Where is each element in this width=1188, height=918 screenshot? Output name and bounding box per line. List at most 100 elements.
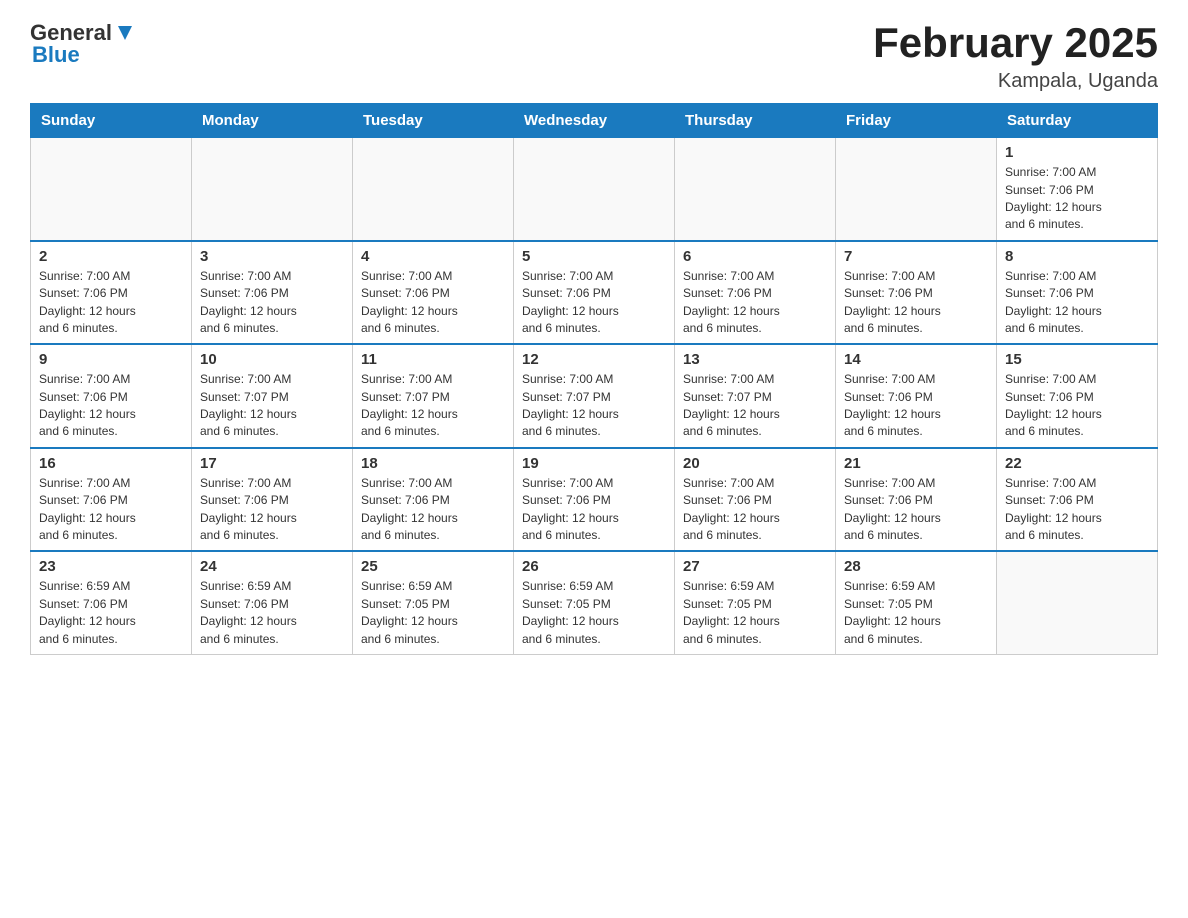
calendar-day-cell: 5 Sunrise: 7:00 AMSunset: 7:06 PMDaylight… bbox=[514, 241, 675, 345]
calendar-week-row-1: 1 Sunrise: 7:00 AMSunset: 7:06 PMDaylight… bbox=[31, 138, 1158, 241]
calendar-header-friday: Friday bbox=[836, 104, 997, 138]
day-info: Sunrise: 6:59 AMSunset: 7:05 PMDaylight:… bbox=[522, 578, 666, 648]
day-number: 10 bbox=[200, 351, 344, 368]
calendar-day-cell: 3 Sunrise: 7:00 AMSunset: 7:06 PMDaylight… bbox=[192, 241, 353, 345]
calendar-week-row-4: 16 Sunrise: 7:00 AMSunset: 7:06 PMDayligh… bbox=[31, 448, 1158, 552]
day-info: Sunrise: 7:00 AMSunset: 7:06 PMDaylight:… bbox=[683, 268, 827, 338]
page-header: General Blue February 2025 Kampala, Ugan… bbox=[30, 20, 1158, 93]
day-number: 1 bbox=[1005, 144, 1149, 161]
day-info: Sunrise: 7:00 AMSunset: 7:06 PMDaylight:… bbox=[844, 268, 988, 338]
calendar-header-thursday: Thursday bbox=[675, 104, 836, 138]
day-number: 6 bbox=[683, 248, 827, 265]
calendar-day-cell: 20 Sunrise: 7:00 AMSunset: 7:06 PMDayligh… bbox=[675, 448, 836, 552]
calendar-header-monday: Monday bbox=[192, 104, 353, 138]
day-info: Sunrise: 7:00 AMSunset: 7:06 PMDaylight:… bbox=[844, 371, 988, 441]
day-info: Sunrise: 7:00 AMSunset: 7:06 PMDaylight:… bbox=[361, 268, 505, 338]
day-info: Sunrise: 7:00 AMSunset: 7:06 PMDaylight:… bbox=[39, 475, 183, 545]
day-number: 3 bbox=[200, 248, 344, 265]
calendar-day-cell: 6 Sunrise: 7:00 AMSunset: 7:06 PMDaylight… bbox=[675, 241, 836, 345]
calendar-day-cell: 11 Sunrise: 7:00 AMSunset: 7:07 PMDayligh… bbox=[353, 344, 514, 448]
day-number: 25 bbox=[361, 558, 505, 575]
day-info: Sunrise: 7:00 AMSunset: 7:06 PMDaylight:… bbox=[522, 268, 666, 338]
calendar-day-cell: 27 Sunrise: 6:59 AMSunset: 7:05 PMDayligh… bbox=[675, 551, 836, 654]
day-number: 12 bbox=[522, 351, 666, 368]
day-number: 9 bbox=[39, 351, 183, 368]
calendar-day-cell: 2Sunrise: 7:00 AMSunset: 7:06 PMDaylight… bbox=[31, 241, 192, 345]
day-number: 14 bbox=[844, 351, 988, 368]
calendar-header-tuesday: Tuesday bbox=[353, 104, 514, 138]
day-number: 11 bbox=[361, 351, 505, 368]
calendar-day-cell: 13Sunrise: 7:00 AMSunset: 7:07 PMDayligh… bbox=[675, 344, 836, 448]
day-number: 21 bbox=[844, 455, 988, 472]
day-number: 23 bbox=[39, 558, 183, 575]
day-number: 2 bbox=[39, 248, 183, 265]
calendar-day-cell bbox=[997, 551, 1158, 654]
day-info: Sunrise: 7:00 AMSunset: 7:06 PMDaylight:… bbox=[39, 371, 183, 441]
day-info: Sunrise: 7:00 AMSunset: 7:06 PMDaylight:… bbox=[200, 268, 344, 338]
calendar-week-row-5: 23 Sunrise: 6:59 AMSunset: 7:06 PMDayligh… bbox=[31, 551, 1158, 654]
calendar-week-row-2: 2 Sunrise: 7:00 AMSunset: 7:06 PMDaylight… bbox=[31, 241, 1158, 345]
calendar-day-cell: 18 Sunrise: 7:00 AMSunset: 7:06 PMDayligh… bbox=[353, 448, 514, 552]
day-number: 27 bbox=[683, 558, 827, 575]
day-info: Sunrise: 7:00 AMSunset: 7:06 PMDaylight:… bbox=[1005, 475, 1149, 545]
calendar-day-cell: 7 Sunrise: 7:00 AMSunset: 7:06 PMDaylight… bbox=[836, 241, 997, 345]
day-info: Sunrise: 7:00 AMSunset: 7:06 PMDaylight:… bbox=[683, 475, 827, 545]
day-info: Sunrise: 6:59 AMSunset: 7:06 PMDaylight:… bbox=[39, 578, 183, 648]
calendar-day-cell: 17 Sunrise: 7:00 AMSunset: 7:06 PMDayligh… bbox=[192, 448, 353, 552]
day-number: 15 bbox=[1005, 351, 1149, 368]
day-info: Sunrise: 7:00 AMSunset: 7:06 PMDaylight:… bbox=[844, 475, 988, 545]
day-info: Sunrise: 7:00 AMSunset: 7:06 PMDaylight:… bbox=[1005, 164, 1149, 234]
day-number: 7 bbox=[844, 248, 988, 265]
logo: General Blue bbox=[30, 20, 136, 68]
day-info: Sunrise: 7:00 AMSunset: 7:06 PMDaylight:… bbox=[1005, 268, 1149, 338]
day-info: Sunrise: 7:00 AMSunset: 7:07 PMDaylight:… bbox=[200, 371, 344, 441]
calendar-week-row-3: 9 Sunrise: 7:00 AMSunset: 7:06 PMDaylight… bbox=[31, 344, 1158, 448]
calendar-header-wednesday: Wednesday bbox=[514, 104, 675, 138]
calendar-day-cell: 19 Sunrise: 7:00 AMSunset: 7:06 PMDayligh… bbox=[514, 448, 675, 552]
calendar-day-cell: 25 Sunrise: 6:59 AMSunset: 7:05 PMDayligh… bbox=[353, 551, 514, 654]
day-info: Sunrise: 7:00 AMSunset: 7:07 PMDaylight:… bbox=[683, 371, 827, 441]
day-number: 16 bbox=[39, 455, 183, 472]
calendar-day-cell: 1 Sunrise: 7:00 AMSunset: 7:06 PMDaylight… bbox=[997, 138, 1158, 241]
day-info: Sunrise: 6:59 AMSunset: 7:06 PMDaylight:… bbox=[200, 578, 344, 648]
day-info: Sunrise: 6:59 AMSunset: 7:05 PMDaylight:… bbox=[361, 578, 505, 648]
calendar-header-row: SundayMondayTuesdayWednesdayThursdayFrid… bbox=[31, 104, 1158, 138]
calendar-day-cell: 12Sunrise: 7:00 AMSunset: 7:07 PMDayligh… bbox=[514, 344, 675, 448]
title-area: February 2025 Kampala, Uganda bbox=[873, 20, 1158, 93]
day-number: 17 bbox=[200, 455, 344, 472]
calendar-day-cell: 24 Sunrise: 6:59 AMSunset: 7:06 PMDayligh… bbox=[192, 551, 353, 654]
day-number: 22 bbox=[1005, 455, 1149, 472]
location-text: Kampala, Uganda bbox=[873, 70, 1158, 93]
day-info: Sunrise: 7:00 AMSunset: 7:06 PMDaylight:… bbox=[1005, 371, 1149, 441]
calendar-day-cell: 15 Sunrise: 7:00 AMSunset: 7:06 PMDayligh… bbox=[997, 344, 1158, 448]
calendar-day-cell: 23 Sunrise: 6:59 AMSunset: 7:06 PMDayligh… bbox=[31, 551, 192, 654]
day-info: Sunrise: 7:00 AMSunset: 7:06 PMDaylight:… bbox=[361, 475, 505, 545]
day-number: 19 bbox=[522, 455, 666, 472]
day-info: Sunrise: 6:59 AMSunset: 7:05 PMDaylight:… bbox=[683, 578, 827, 648]
calendar-day-cell bbox=[353, 138, 514, 241]
calendar-table: SundayMondayTuesdayWednesdayThursdayFrid… bbox=[30, 103, 1158, 655]
calendar-header-saturday: Saturday bbox=[997, 104, 1158, 138]
calendar-day-cell bbox=[192, 138, 353, 241]
day-number: 28 bbox=[844, 558, 988, 575]
day-number: 24 bbox=[200, 558, 344, 575]
day-number: 26 bbox=[522, 558, 666, 575]
day-info: Sunrise: 7:00 AMSunset: 7:06 PMDaylight:… bbox=[200, 475, 344, 545]
day-number: 5 bbox=[522, 248, 666, 265]
calendar-day-cell: 26 Sunrise: 6:59 AMSunset: 7:05 PMDayligh… bbox=[514, 551, 675, 654]
calendar-header-sunday: Sunday bbox=[31, 104, 192, 138]
day-info: Sunrise: 7:00 AMSunset: 7:07 PMDaylight:… bbox=[361, 371, 505, 441]
calendar-day-cell: 9 Sunrise: 7:00 AMSunset: 7:06 PMDaylight… bbox=[31, 344, 192, 448]
logo-blue-text: Blue bbox=[32, 42, 80, 68]
day-info: Sunrise: 7:00 AMSunset: 7:06 PMDaylight:… bbox=[522, 475, 666, 545]
day-number: 20 bbox=[683, 455, 827, 472]
day-number: 4 bbox=[361, 248, 505, 265]
calendar-day-cell: 8 Sunrise: 7:00 AMSunset: 7:06 PMDaylight… bbox=[997, 241, 1158, 345]
calendar-day-cell bbox=[514, 138, 675, 241]
day-number: 8 bbox=[1005, 248, 1149, 265]
calendar-day-cell bbox=[675, 138, 836, 241]
month-title: February 2025 bbox=[873, 20, 1158, 66]
day-number: 18 bbox=[361, 455, 505, 472]
calendar-day-cell: 28Sunrise: 6:59 AMSunset: 7:05 PMDayligh… bbox=[836, 551, 997, 654]
calendar-day-cell: 21 Sunrise: 7:00 AMSunset: 7:06 PMDayligh… bbox=[836, 448, 997, 552]
